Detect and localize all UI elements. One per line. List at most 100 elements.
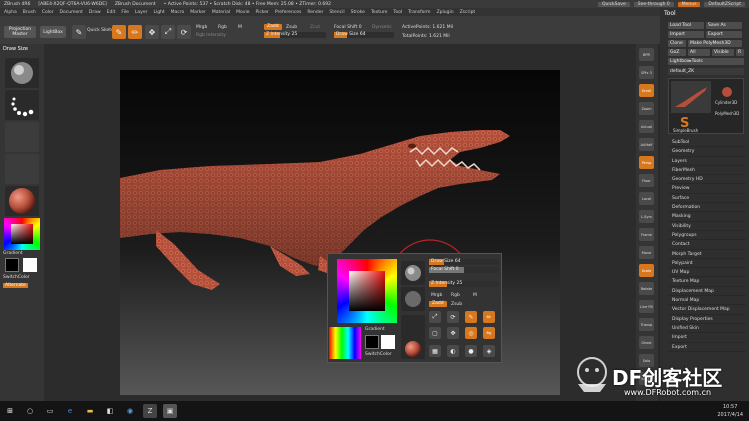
menu-color[interactable]: Color [42, 10, 54, 15]
tool-menu-masking[interactable]: Masking [668, 212, 746, 222]
popup-main-color[interactable] [381, 335, 395, 349]
windows-start-icon[interactable]: ⊞ [3, 404, 17, 418]
tool-menu-subtool[interactable]: SubTool [668, 138, 746, 148]
import-button[interactable]: Import [668, 31, 704, 38]
shelf-scale-button[interactable]: Scale [639, 264, 654, 277]
goz-button[interactable]: GoZ [668, 49, 686, 56]
secondary-color[interactable] [5, 258, 19, 272]
shelf-transp-button[interactable]: Transp [639, 318, 654, 331]
tool-menu-displacement-map[interactable]: Displacement Map [668, 287, 746, 297]
popup-rotate-button[interactable]: ⟳ [447, 311, 459, 323]
shelf-local-button[interactable]: Local [639, 192, 654, 205]
switchcolor-button[interactable]: SwitchColor [3, 275, 30, 280]
document-canvas[interactable]: Gradient SwitchColor Draw Size 64 Focal … [120, 70, 560, 395]
tool-menu-polygroups[interactable]: Polygroups [668, 231, 746, 241]
popup-alpha-selector[interactable] [401, 315, 425, 339]
color-picker[interactable] [4, 218, 40, 250]
shelf-actual-button[interactable]: Actual [639, 120, 654, 133]
popup-scale-button[interactable]: ⤢ [429, 311, 441, 323]
menu-document[interactable]: Document [60, 10, 83, 15]
tool-menu-morph-target[interactable]: Morph Target [668, 250, 746, 259]
tool-menu-contact[interactable]: Contact [668, 240, 746, 250]
menu-alpha[interactable]: Alpha [4, 10, 17, 15]
shelf-line-fill-button[interactable]: Line Fill [639, 300, 654, 313]
shelf-persp-button[interactable]: Persp [639, 156, 654, 169]
popup-color-picker[interactable] [337, 259, 397, 323]
tool-menu-layers[interactable]: Layers [668, 157, 746, 166]
popup-move-button[interactable]: ✥ [447, 327, 459, 339]
edit-button[interactable]: ✎ [112, 25, 126, 39]
zcut-toggle[interactable]: Zcut [310, 25, 320, 30]
r-button[interactable]: R [736, 49, 744, 56]
popup-m-toggle[interactable]: M [473, 293, 477, 298]
quick-sketch-icon[interactable]: ✎ [72, 25, 86, 39]
popup-spectrum[interactable] [329, 327, 361, 359]
window-icon[interactable]: ▣ [163, 404, 177, 418]
rgb-toggle[interactable]: Rgb [218, 25, 227, 30]
popup-local-button[interactable]: ◎ [465, 327, 477, 339]
popup-zsub-toggle[interactable]: Zsub [451, 302, 462, 307]
clone-button[interactable]: Clone [668, 40, 686, 47]
zsub-toggle[interactable]: Zsub [286, 25, 297, 30]
shelf-floor-button[interactable]: Floor [639, 174, 654, 187]
lightbox-tools-button[interactable]: Lightbox▸Tools [668, 58, 744, 65]
file-explorer-icon[interactable]: ▬ [83, 404, 97, 418]
export-button[interactable]: Export [706, 31, 742, 38]
rgb-intensity-slider[interactable]: Rgb Intensity [196, 33, 226, 38]
tool-menu-deformation[interactable]: Deformation [668, 203, 746, 213]
menu-material[interactable]: Material [212, 10, 230, 15]
popup-edit-button[interactable]: ✎ [465, 311, 477, 323]
tool-menu-surface[interactable]: Surface [668, 194, 746, 204]
defaultscript-button[interactable]: DefaultZScript [704, 1, 745, 7]
simplebrush-thumb[interactable]: S [675, 115, 695, 131]
menu-stencil[interactable]: Stencil [329, 10, 344, 15]
edge-browser-icon[interactable]: e [63, 404, 77, 418]
system-clock[interactable]: 10:57 2017/4/14 [717, 403, 743, 419]
shelf-frame-button[interactable]: Frame [639, 228, 654, 241]
popup-mrgb-toggle[interactable]: Mrgb [431, 293, 442, 298]
all-button[interactable]: All [688, 49, 710, 56]
shelf-spix-3-button[interactable]: SPix 3 [639, 66, 654, 79]
shelf-scroll-button[interactable]: Scroll [639, 84, 654, 97]
menu-file[interactable]: File [121, 10, 129, 15]
load-tool-button[interactable]: Load Tool [668, 22, 704, 29]
texture-selector[interactable] [5, 154, 39, 184]
menu-preferences[interactable]: Preferences [275, 10, 301, 15]
save-as-button[interactable]: Save As [706, 22, 742, 29]
active-tool-thumb[interactable] [671, 81, 711, 113]
menus-toggle[interactable]: Menus [677, 1, 701, 7]
menu-edit[interactable]: Edit [107, 10, 116, 15]
menu-picker[interactable]: Picker [255, 10, 268, 15]
popup-draw-size-slider[interactable]: Draw Size 64 [429, 259, 499, 265]
menu-brush[interactable]: Brush [23, 10, 36, 15]
popup-focal-shift-slider[interactable]: Focal Shift 0 [429, 267, 499, 273]
draw-button[interactable]: ✏ [128, 25, 142, 39]
shelf-aahalf-button[interactable]: AAHalf [639, 138, 654, 151]
projection-master-button[interactable]: Projection Master [4, 26, 36, 38]
tool-menu-uv-map[interactable]: UV Map [668, 268, 746, 278]
make-polymesh-button[interactable]: Make PolyMesh3D [688, 40, 742, 47]
menu-light[interactable]: Light [153, 10, 164, 15]
draw-size-slider[interactable]: Draw Size 64 [334, 32, 394, 38]
popup-material-selector[interactable] [401, 339, 425, 359]
popup-switchcolor-button[interactable]: SwitchColor [365, 352, 392, 357]
popup-stroke-selector[interactable] [401, 287, 425, 311]
task-view-icon[interactable]: ▭ [43, 404, 57, 418]
menu-zplugin[interactable]: Zplugin [437, 10, 454, 15]
focal-shift-slider[interactable]: Focal Shift 0 [334, 25, 362, 30]
menu-marker[interactable]: Marker [190, 10, 206, 15]
popup-z-intensity-slider[interactable]: Z Intensity 25 [429, 281, 499, 287]
popup-secondary-color[interactable] [365, 335, 379, 349]
menu-movie[interactable]: Movie [236, 10, 249, 15]
tool-menu-vector-displacement-map[interactable]: Vector Displacement Map [668, 305, 746, 315]
tool-menu-fibermesh[interactable]: FiberMesh [668, 166, 746, 176]
main-color[interactable] [23, 258, 37, 272]
popup-polyf-button[interactable]: ▦ [429, 345, 441, 357]
shelf-bpr-button[interactable]: BPR [639, 48, 654, 61]
quicksave-button[interactable]: QuickSave [597, 1, 630, 7]
popup-symmetry-button[interactable]: ⇋ [483, 327, 495, 339]
app-icon[interactable]: ◉ [123, 404, 137, 418]
m-toggle[interactable]: M [238, 25, 242, 30]
tool-menu-display-properties[interactable]: Display Properties [668, 315, 746, 324]
shelf-move-button[interactable]: Move [639, 246, 654, 259]
